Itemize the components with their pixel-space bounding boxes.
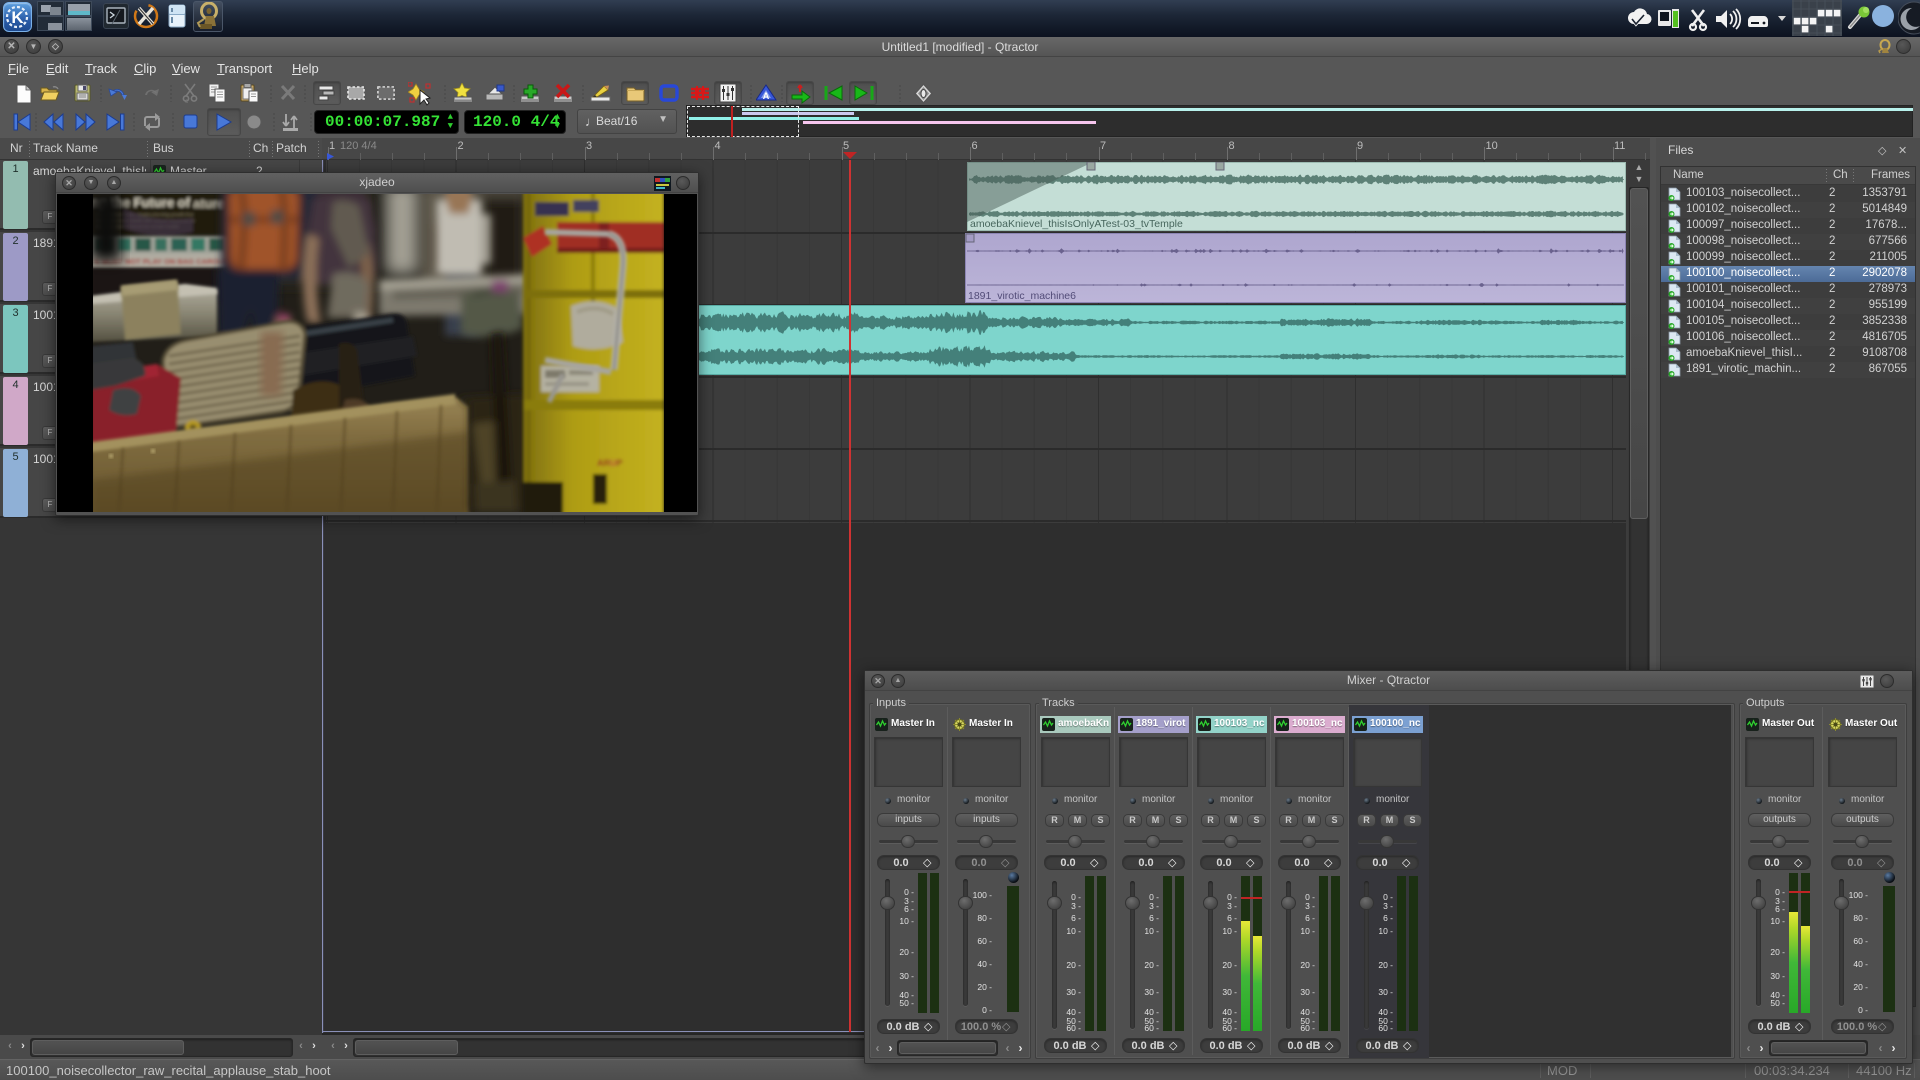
svg-text:c: c [185, 99, 188, 103]
svg-text:K: K [11, 8, 24, 27]
svg-text:A: A [763, 91, 770, 101]
